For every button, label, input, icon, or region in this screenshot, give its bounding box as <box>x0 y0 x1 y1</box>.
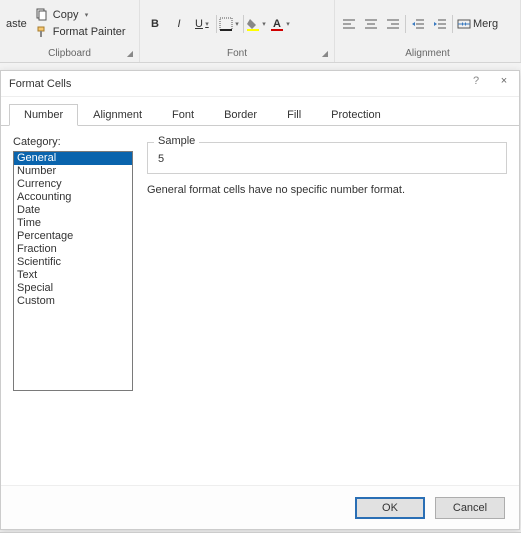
increase-indent-button[interactable] <box>430 14 450 34</box>
border-button[interactable]: ▾ <box>219 13 241 35</box>
category-item-percentage[interactable]: Percentage <box>14 230 132 243</box>
category-item-currency[interactable]: Currency <box>14 178 132 191</box>
worksheet-area[interactable] <box>0 532 521 538</box>
ribbon-group-clipboard: aste Copy ▾ Format Painter Clipboard ◢ <box>0 0 140 62</box>
align-center-button[interactable] <box>361 14 381 34</box>
ribbon-group-alignment: Merg Alignment <box>335 0 521 62</box>
copy-button[interactable]: Copy ▾ <box>31 7 130 23</box>
close-button[interactable]: × <box>495 75 513 93</box>
chevron-down-icon: ▾ <box>203 20 211 28</box>
separator <box>216 15 217 33</box>
tab-border[interactable]: Border <box>209 104 272 126</box>
format-painter-label: Format Painter <box>53 26 126 38</box>
italic-button[interactable]: I <box>168 13 190 35</box>
format-cells-dialog: Format Cells ? × NumberAlignmentFontBord… <box>0 70 520 530</box>
paste-button[interactable]: aste <box>4 18 27 30</box>
category-item-fraction[interactable]: Fraction <box>14 243 132 256</box>
category-listbox[interactable]: GeneralNumberCurrencyAccountingDateTimeP… <box>13 151 133 391</box>
format-description: General format cells have no specific nu… <box>147 184 507 196</box>
dialog-titlebar: Format Cells ? × <box>1 71 519 97</box>
ribbon: aste Copy ▾ Format Painter Clipboard ◢ B… <box>0 0 521 63</box>
format-painter-button[interactable]: Format Painter <box>31 24 130 40</box>
separator <box>405 15 406 33</box>
alignment-group-label: Alignment <box>339 47 516 60</box>
separator <box>452 15 453 33</box>
bold-button[interactable]: B <box>144 13 166 35</box>
underline-button[interactable]: U▾ <box>192 13 214 35</box>
svg-text:A: A <box>273 18 281 30</box>
sample-box: Sample 5 <box>147 142 507 174</box>
decrease-indent-button[interactable] <box>408 14 428 34</box>
merge-icon <box>457 17 471 31</box>
tab-protection[interactable]: Protection <box>316 104 396 126</box>
category-item-custom[interactable]: Custom <box>14 295 132 308</box>
align-right-button[interactable] <box>383 14 403 34</box>
chevron-down-icon: ▾ <box>284 20 292 28</box>
category-item-accounting[interactable]: Accounting <box>14 191 132 204</box>
category-item-general[interactable]: General <box>14 152 132 165</box>
font-launcher-icon[interactable]: ◢ <box>319 47 331 59</box>
sample-value: 5 <box>158 151 496 167</box>
fill-color-button[interactable]: ▾ <box>246 13 268 35</box>
tab-fill[interactable]: Fill <box>272 104 316 126</box>
category-label: Category: <box>13 136 133 148</box>
help-button[interactable]: ? <box>467 75 485 93</box>
tab-number[interactable]: Number <box>9 104 78 126</box>
tab-font[interactable]: Font <box>157 104 209 126</box>
sample-label: Sample <box>154 135 199 147</box>
chevron-down-icon: ▾ <box>260 20 268 28</box>
category-item-number[interactable]: Number <box>14 165 132 178</box>
chevron-down-icon: ▾ <box>82 11 90 19</box>
underline-label: U <box>195 18 203 30</box>
copy-label: Copy <box>53 9 79 21</box>
font-group-label: Font <box>144 47 330 60</box>
align-left-button[interactable] <box>339 14 359 34</box>
category-item-scientific[interactable]: Scientific <box>14 256 132 269</box>
clipboard-launcher-icon[interactable]: ◢ <box>124 47 136 59</box>
font-color-button[interactable]: A▾ <box>270 13 292 35</box>
merge-button[interactable]: Merg <box>455 14 500 34</box>
ok-button[interactable]: OK <box>355 497 425 519</box>
brush-icon <box>35 25 49 39</box>
ribbon-group-font: B I U▾ ▾ ▾ A▾ Font ◢ <box>140 0 335 62</box>
dialog-tabs: NumberAlignmentFontBorderFillProtection <box>1 97 519 126</box>
category-item-date[interactable]: Date <box>14 204 132 217</box>
tab-alignment[interactable]: Alignment <box>78 104 157 126</box>
merge-label: Merg <box>473 18 498 30</box>
category-item-time[interactable]: Time <box>14 217 132 230</box>
copy-icon <box>35 8 49 22</box>
category-item-text[interactable]: Text <box>14 269 132 282</box>
separator <box>243 15 244 33</box>
chevron-down-icon: ▾ <box>233 20 241 28</box>
dialog-title: Format Cells <box>9 78 71 90</box>
category-item-special[interactable]: Special <box>14 282 132 295</box>
clipboard-group-label: Clipboard <box>4 47 135 60</box>
cancel-button[interactable]: Cancel <box>435 497 505 519</box>
